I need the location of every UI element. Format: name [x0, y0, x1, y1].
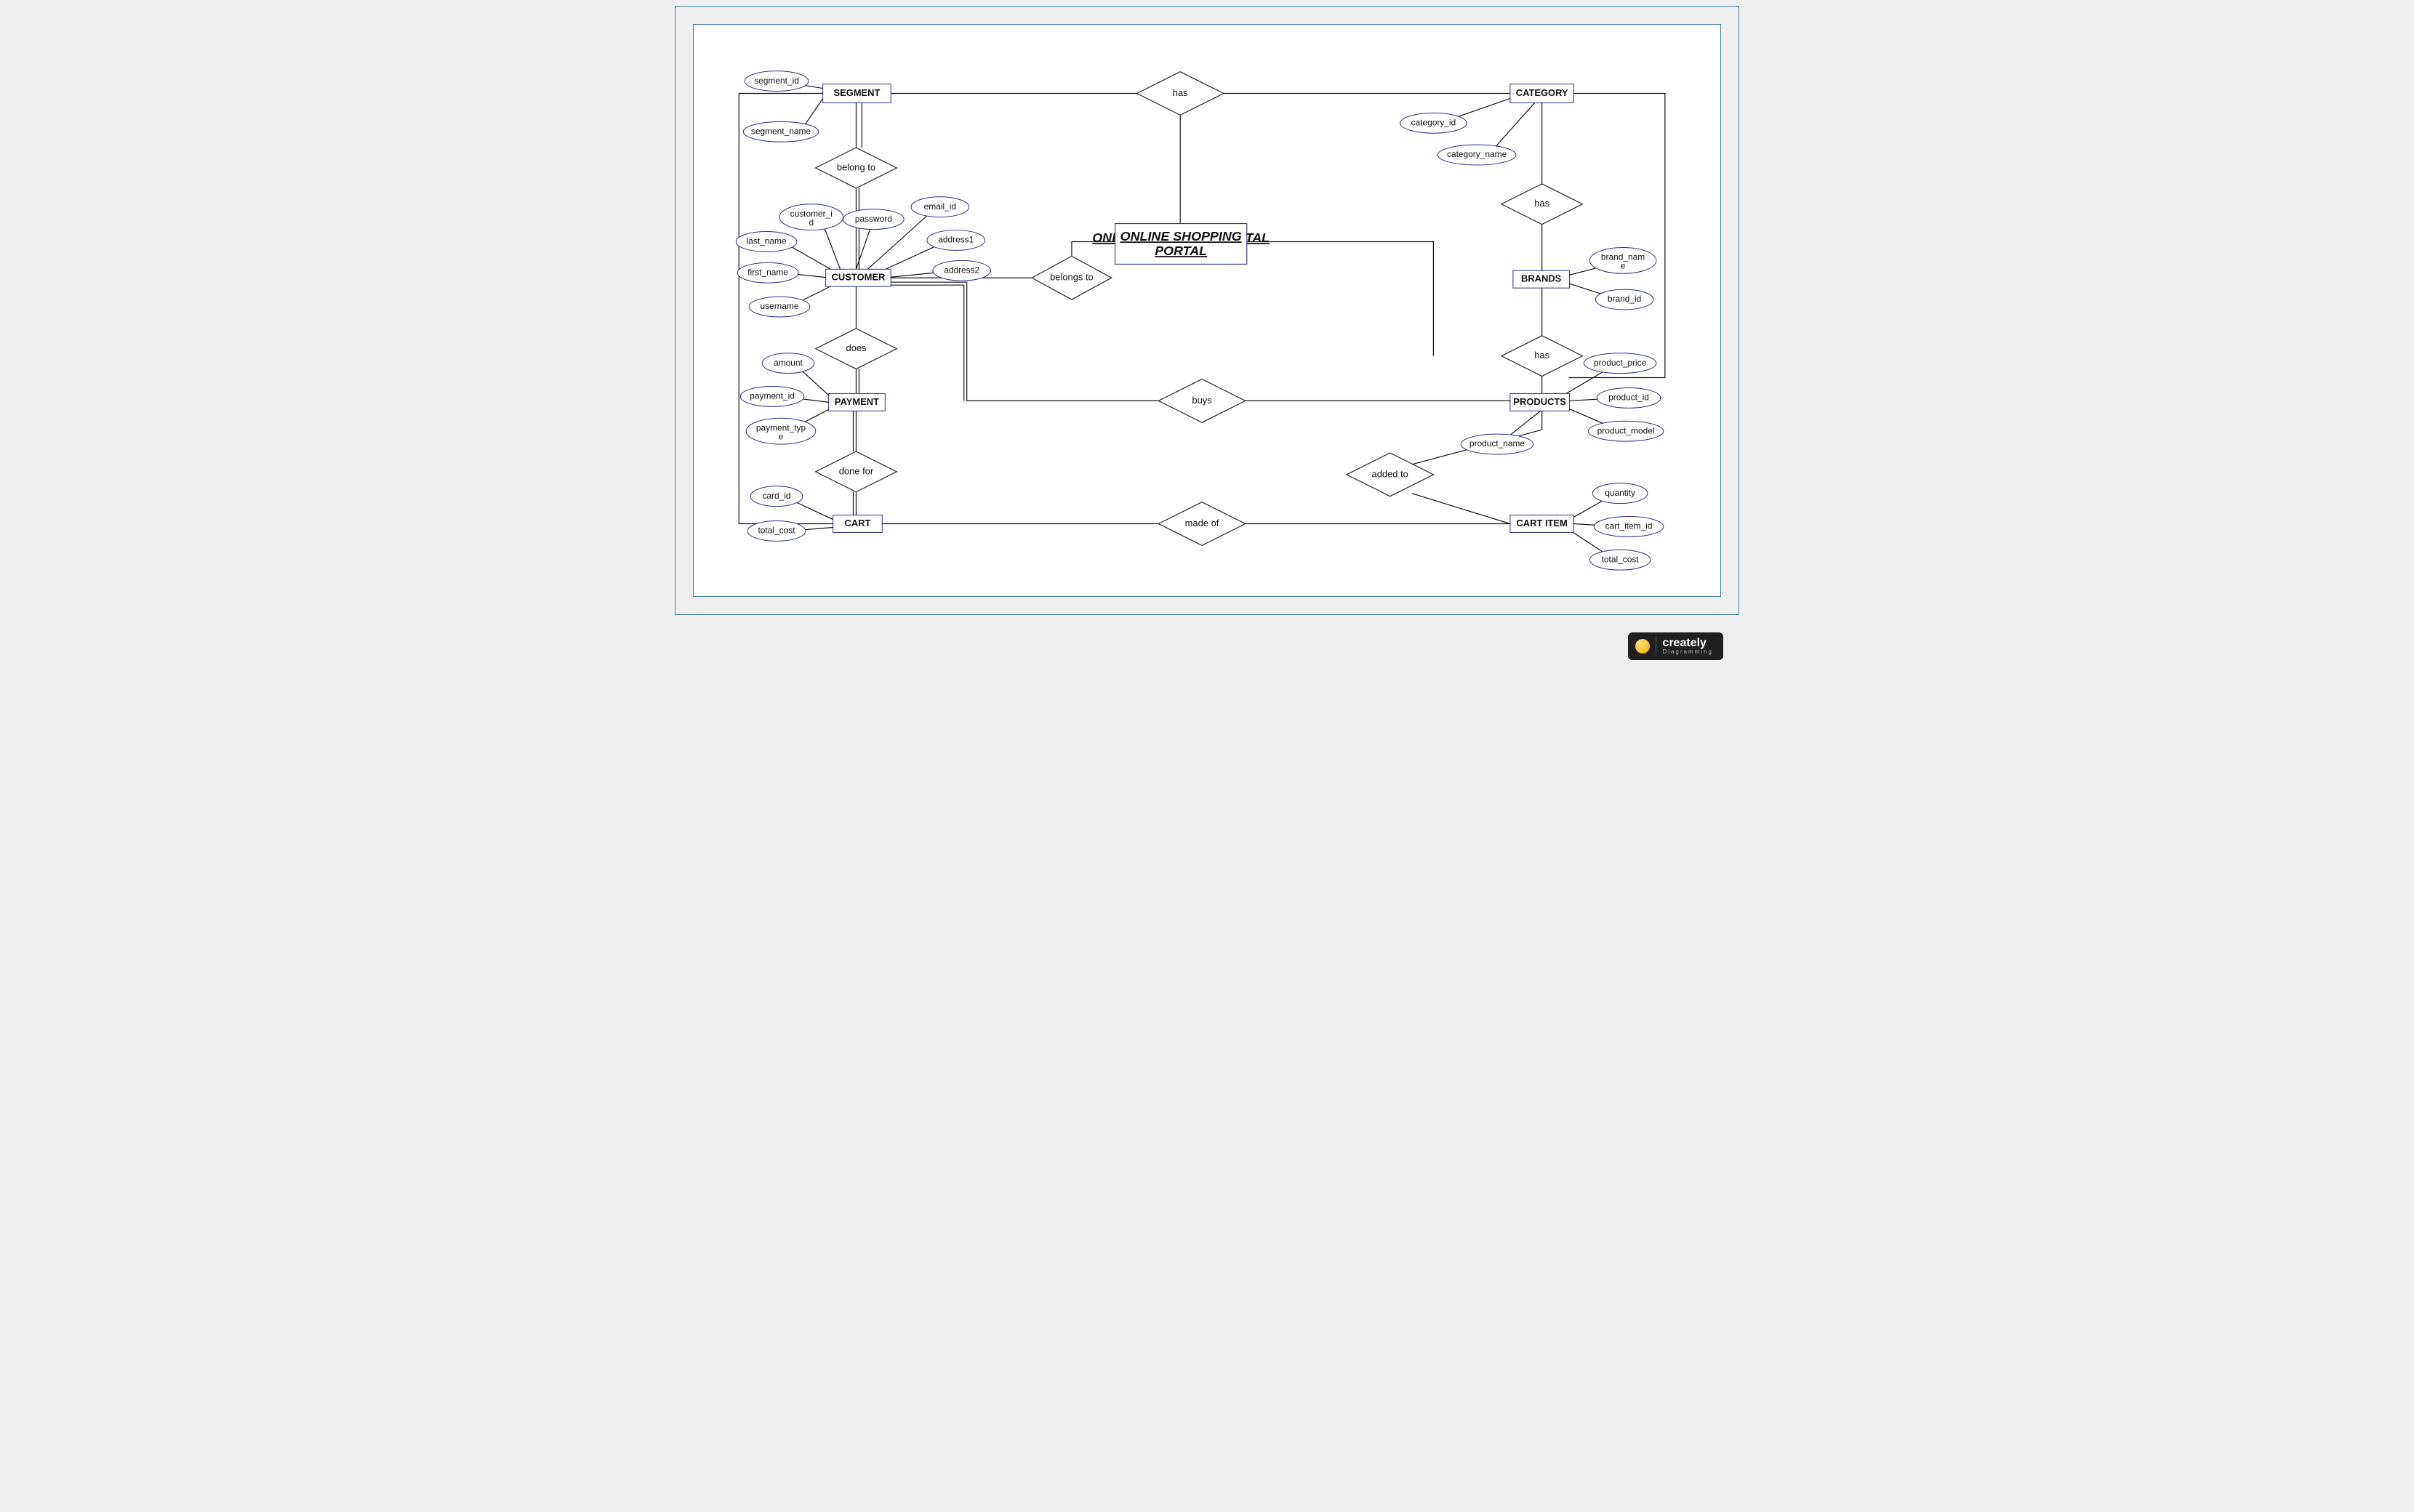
attr-payment-id-label: payment_id [750, 391, 795, 401]
attr-product-name-label: product_name [1469, 438, 1525, 449]
rel-made-of-label: made of [1185, 518, 1219, 528]
entity-category-label: CATEGORY [1516, 87, 1568, 98]
attr-category-name-label: category_name [1447, 149, 1507, 159]
attr-address2-label: address2 [944, 265, 979, 275]
entity-segment-label: SEGMENT [833, 87, 880, 98]
attr-first-name-label: first_name [747, 267, 788, 277]
attr-amount-label: amount [774, 358, 803, 368]
attr-address1-label: address1 [938, 235, 974, 245]
attr-segment-name-label: segment_name [751, 126, 811, 136]
attr-segment-id-label: segment_id [754, 76, 799, 86]
entity-cart-item-label: CART ITEM [1516, 518, 1567, 528]
rel-has-brand-prod-label: has [1534, 350, 1549, 361]
attr-total-cost-cart-label: total_cost [758, 526, 795, 536]
rel-buys-label: buys [1192, 395, 1211, 406]
attr-quantity-label: quantity [1605, 488, 1635, 498]
attr-password-label: password [855, 214, 892, 224]
creately-logo: creately Diagramming [1628, 632, 1723, 660]
bulb-icon [1635, 639, 1650, 654]
logo-brand: creately [1662, 638, 1713, 649]
logo-tag: Diagramming [1662, 649, 1713, 655]
attr-product-id-label: product_id [1608, 393, 1649, 403]
entity-brands-label: BRANDS [1521, 273, 1562, 284]
rel-has-top-label: has [1173, 87, 1188, 98]
attr-category-id-label: category_id [1411, 117, 1456, 127]
entity-payment-label: PAYMENT [835, 396, 879, 407]
rel-belongs-to-label: belongs to [1050, 272, 1094, 283]
rel-has-cat-brand-label: has [1534, 198, 1549, 209]
rel-does-label: does [846, 342, 866, 353]
entity-customer-label: CUSTOMER [832, 272, 886, 283]
rel-done-for-label: done for [839, 465, 874, 476]
svg-text:ONLINE SHOPPING: ONLINE SHOPPING [1120, 229, 1242, 244]
attr-product-model-label: product_model [1597, 425, 1655, 435]
attr-last-name-label: last_name [747, 236, 787, 246]
rel-added-to-label: added to [1372, 468, 1408, 479]
svg-text:PORTAL: PORTAL [1155, 244, 1207, 258]
svg-text:e: e [779, 431, 784, 441]
entity-cart-label: CART [845, 518, 871, 528]
attr-cart-item-id-label: cart_item_id [1605, 521, 1653, 531]
rel-belong-to-label: belong to [837, 161, 875, 172]
attr-username-label: username [760, 301, 798, 311]
attr-product-price-label: product_price [1594, 358, 1647, 368]
svg-text:e: e [1621, 260, 1626, 270]
svg-text:d: d [809, 217, 814, 228]
attr-email-id-label: email_id [924, 201, 956, 212]
entity-products-label: PRODUCTS [1513, 396, 1566, 407]
attr-total-cost-item-label: total_cost [1602, 554, 1640, 564]
attr-card-id-label: card_id [762, 491, 790, 501]
attr-brand-id-label: brand_id [1608, 294, 1641, 304]
er-diagram: ONLINE SHOPPING PORTAL SEGMENT CATEGORY … [694, 25, 1720, 596]
diagram-canvas: ONLINE SHOPPING PORTAL SEGMENT CATEGORY … [693, 24, 1721, 597]
